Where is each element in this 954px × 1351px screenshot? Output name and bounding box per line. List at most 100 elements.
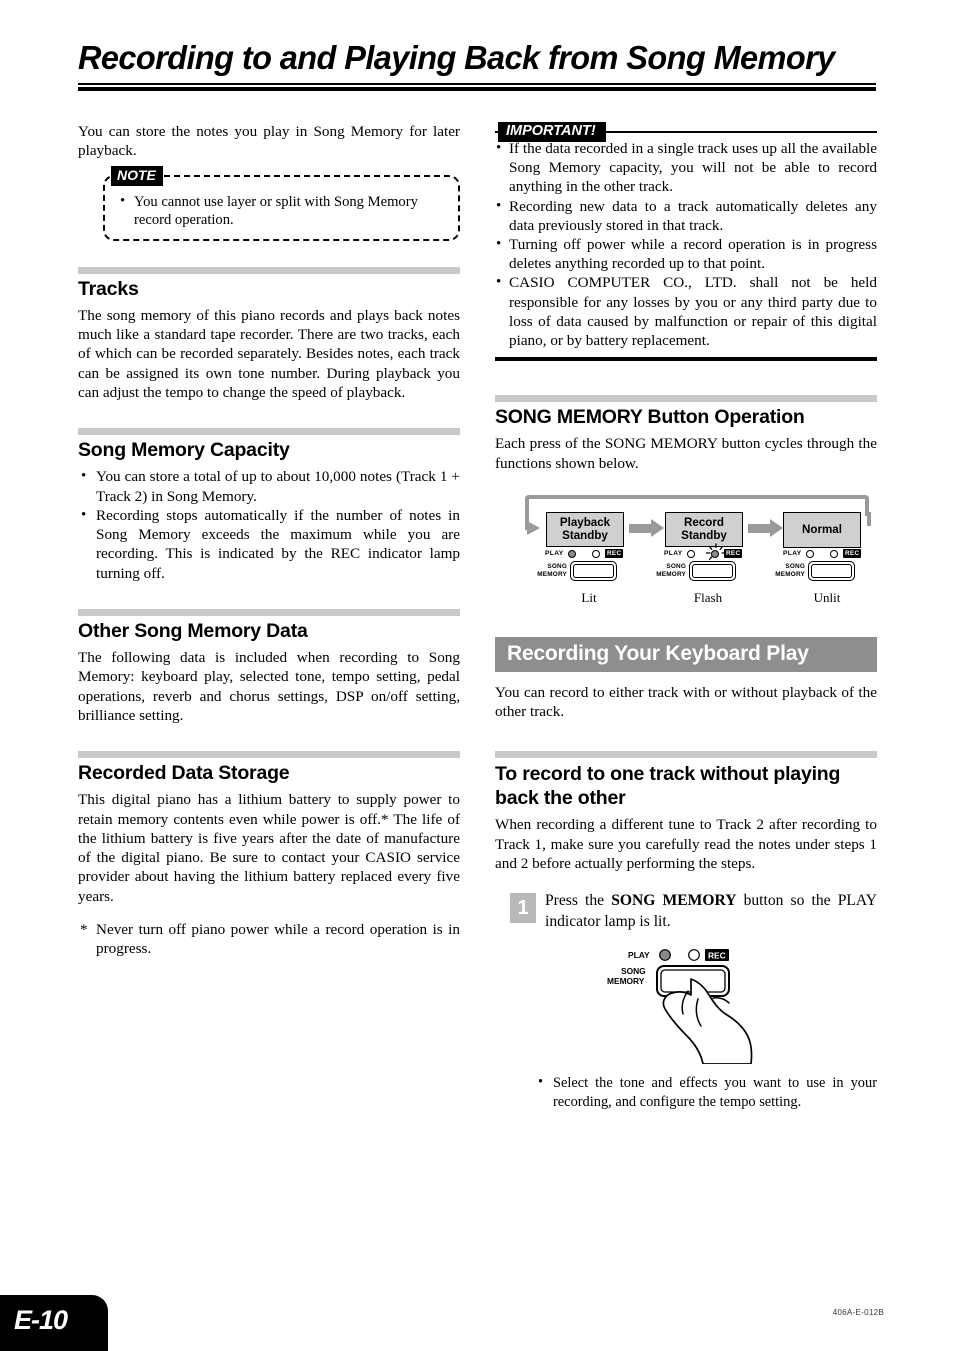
song-memory-button-key[interactable] — [570, 560, 617, 581]
right-column: IMPORTANT! If the data recorded in a sin… — [495, 122, 877, 1112]
rec-led-icon — [688, 949, 700, 962]
subsection-heading-line1: To record to one track without playing — [495, 763, 841, 786]
list-item: Select the tone and effects you want to … — [535, 1073, 877, 1111]
button-panel-playback-standby: PLAY REC SONG MEMORY Lit — [523, 548, 643, 606]
button-row: SONG MEMORY — [761, 560, 881, 585]
important-box: IMPORTANT! If the data recorded in a sin… — [495, 122, 877, 362]
list-item: Turning off power while a record operati… — [495, 234, 877, 273]
important-list: If the data recorded in a single track u… — [495, 138, 877, 350]
list-item: Recording stops automatically if the num… — [78, 505, 460, 583]
button-label-line2: MEMORY — [607, 976, 645, 986]
state-label-line1: Playback — [559, 515, 611, 529]
list-item: Recording new data to a track automatica… — [495, 196, 877, 235]
important-badge: IMPORTANT! — [498, 122, 606, 142]
section-heading-subsection: To record to one track without playing b… — [495, 762, 877, 810]
note-box: NOTE You cannot use layer or split with … — [103, 165, 460, 241]
list-item: You can store a total of up to about 10,… — [78, 466, 460, 506]
important-rule-bottom — [495, 357, 877, 362]
section-heading-storage: Recorded Data Storage — [78, 762, 290, 785]
hand-shape — [662, 978, 753, 1066]
rec-lamp-label: REC — [843, 549, 862, 559]
play-lamp-label: PLAY — [664, 550, 683, 558]
hand-pressing-button-figure: PLAY REC SONG MEMORY — [595, 946, 795, 1066]
section-heading-capacity: Song Memory Capacity — [78, 439, 290, 462]
section-bar-capacity — [78, 428, 460, 436]
song-memory-cycle-diagram: Playback Standby Record Standby Normal P… — [511, 494, 871, 605]
page-number-label: E-10 — [14, 1305, 68, 1335]
play-led-icon — [568, 549, 576, 558]
button-panel-record-standby: PLAY REC SONG MEMORY Flash — [642, 543, 762, 606]
play-led-icon — [687, 549, 695, 558]
state-label-line2: Standby — [562, 528, 608, 542]
song-memory-button-label: SONG MEMORY — [769, 563, 805, 579]
rec-lamp-label: REC — [605, 549, 624, 559]
lamp-row: PLAY REC — [761, 548, 881, 560]
button-label-line1: SONG — [666, 562, 686, 570]
section-paragraph-storage: This digital piano has a lithium battery… — [78, 791, 460, 905]
rec-lamp-label: REC — [708, 951, 726, 961]
section-paragraph-other-data: The following data is included when reco… — [78, 649, 460, 724]
banner-recording-your-keyboard-play: Recording Your Keyboard Play — [495, 636, 877, 672]
panel-caption: Lit — [581, 589, 597, 605]
panel-caption: Flash — [693, 589, 723, 605]
play-lamp-label: PLAY — [628, 950, 650, 960]
step-number-badge: 1 — [510, 893, 536, 924]
page-title: Recording to and Playing Back from Song … — [78, 39, 835, 76]
section-bar-storage — [78, 751, 460, 759]
play-led-icon — [806, 549, 814, 558]
state-box-record-standby: Record Standby — [665, 511, 743, 547]
step-1: 1 Press the SONG MEMORY button so the PL… — [495, 891, 877, 932]
song-memory-button-key[interactable] — [808, 560, 855, 581]
lamp-row: PLAY REC — [523, 548, 643, 560]
section-paragraph-tracks: The song memory of this piano records an… — [78, 306, 460, 401]
button-label-line2: MEMORY — [775, 570, 805, 578]
play-lamp-label: PLAY — [783, 550, 802, 558]
state-label-line1: Normal — [802, 522, 842, 536]
note-list: You cannot use layer or split with Song … — [117, 192, 446, 230]
subsection-heading-line2: back the other — [495, 787, 626, 810]
flow-arrow-icon-1 — [629, 519, 664, 538]
rec-led-icon — [830, 549, 838, 558]
play-lamp-label: PLAY — [545, 550, 564, 558]
state-label-line2: Standby — [681, 528, 727, 542]
song-memory-button-key[interactable] — [689, 560, 736, 581]
step-1-text: Press the SONG MEMORY button so the PLAY… — [545, 891, 877, 932]
step-1-text-bold: SONG MEMORY — [611, 892, 737, 910]
section-bar-button-operation — [495, 395, 877, 403]
step-1-bullet-list: Select the tone and effects you want to … — [535, 1073, 877, 1111]
button-label-line2: MEMORY — [537, 570, 567, 578]
song-memory-button-label: SONG MEMORY — [531, 563, 567, 579]
button-operation-paragraph: Each press of the SONG MEMORY button cyc… — [495, 435, 877, 472]
button-label-line1: SONG — [547, 562, 567, 570]
section-bar-subsection — [495, 751, 877, 759]
cycle-loop-tail — [867, 511, 871, 526]
page-number-tab: E-10 — [0, 1295, 108, 1351]
step-1-text-before: Press the — [545, 892, 612, 910]
title-rule-thick — [78, 87, 876, 91]
section-bar-other-data — [78, 609, 460, 617]
panel-caption: Unlit — [813, 589, 841, 605]
rec-led-icon — [592, 549, 600, 558]
state-label-line1: Record — [684, 515, 724, 529]
capacity-bullet-list: You can store a total of up to about 10,… — [78, 466, 460, 583]
intro-paragraph: You can store the notes you play in Song… — [78, 123, 460, 160]
hand-button-illustration: PLAY REC SONG MEMORY — [607, 949, 753, 1066]
button-label-line1: SONG — [621, 966, 646, 976]
cycle-loop-arrow-icon — [527, 520, 540, 535]
play-led-icon — [659, 949, 671, 962]
button-label-line1: SONG — [785, 562, 805, 570]
page-header: Recording to and Playing Back from Song … — [78, 38, 876, 91]
note-badge: NOTE — [111, 165, 163, 186]
song-memory-button-label: SONG MEMORY — [650, 563, 686, 579]
note-item: You cannot use layer or split with Song … — [117, 192, 446, 230]
state-box-playback-standby: Playback Standby — [546, 511, 624, 547]
lamp-row: PLAY REC — [642, 543, 762, 560]
section-heading-button-operation: SONG MEMORY Button Operation — [495, 406, 805, 429]
rec-lamp-label: REC — [724, 549, 743, 559]
